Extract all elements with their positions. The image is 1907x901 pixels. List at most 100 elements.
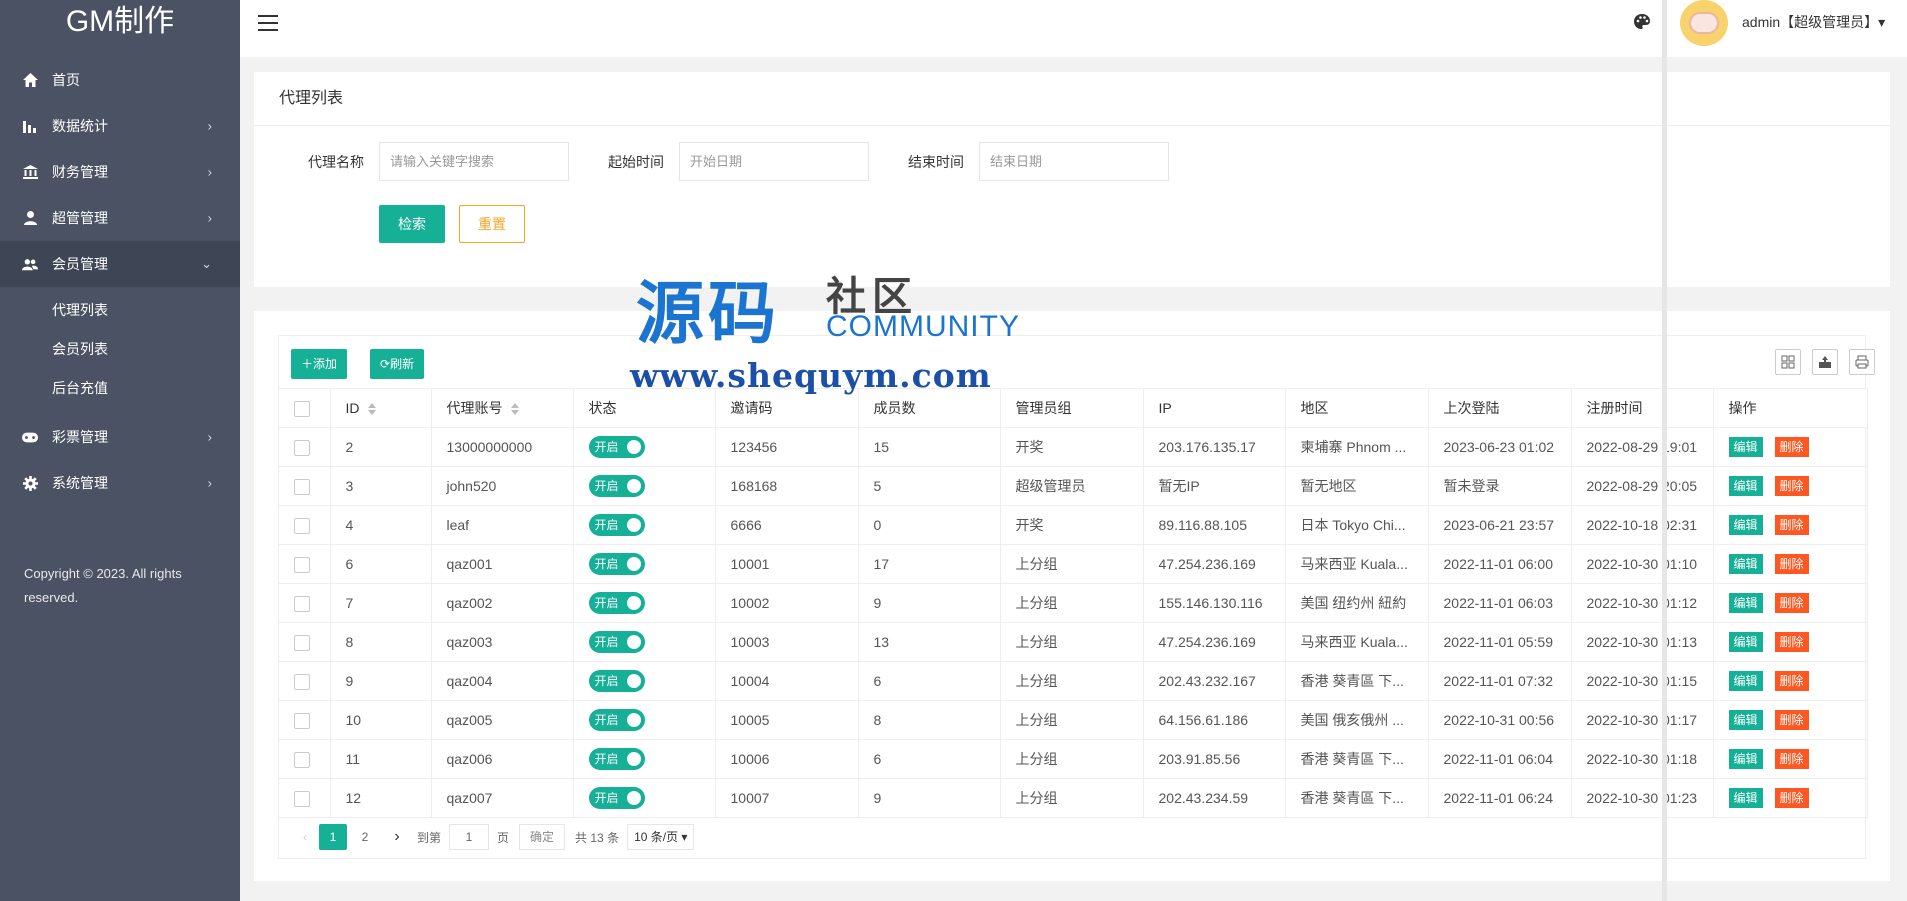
row-checkbox[interactable] — [294, 478, 310, 495]
sidebar-subitem-agent-list[interactable]: 代理列表 — [0, 291, 240, 330]
edit-button[interactable]: 编辑 — [1728, 476, 1763, 496]
sidebar-item-system[interactable]: 系统管理 › — [0, 460, 240, 506]
end-date-input[interactable]: 结束日期 — [979, 142, 1169, 181]
sidebar-item-stats[interactable]: 数据统计 › — [0, 103, 240, 149]
menu-toggle-icon[interactable] — [258, 15, 278, 31]
select-all-checkbox[interactable] — [294, 400, 310, 417]
cell-group: 上分组 — [1000, 661, 1144, 701]
row-checkbox[interactable] — [294, 673, 310, 690]
col-status: 状态 — [573, 388, 716, 428]
edit-button[interactable]: 编辑 — [1728, 671, 1763, 691]
delete-button[interactable]: 删除 — [1774, 554, 1809, 574]
gamepad-icon — [22, 429, 38, 445]
status-cell: 开启 — [573, 700, 716, 740]
cell-last-login: 2022-11-01 06:00 — [1428, 544, 1572, 584]
row-checkbox[interactable] — [294, 439, 310, 456]
refresh-button[interactable]: ⟳刷新 — [370, 349, 425, 379]
status-toggle[interactable]: 开启 — [588, 631, 645, 653]
status-toggle[interactable]: 开启 — [588, 514, 645, 536]
sidebar-item-lottery[interactable]: 彩票管理 › — [0, 414, 240, 460]
status-toggle[interactable]: 开启 — [588, 553, 645, 575]
row-checkbox[interactable] — [294, 751, 310, 768]
delete-button[interactable]: 删除 — [1774, 593, 1809, 613]
status-toggle[interactable]: 开启 — [588, 709, 645, 731]
export-icon[interactable] — [1812, 349, 1838, 375]
status-toggle[interactable]: 开启 — [588, 787, 645, 809]
status-toggle[interactable]: 开启 — [588, 436, 645, 458]
cell-group: 上分组 — [1000, 583, 1144, 623]
columns-icon[interactable] — [1775, 349, 1801, 375]
row-select-cell — [279, 700, 331, 740]
delete-button[interactable]: 删除 — [1774, 515, 1809, 535]
cell-id: 9 — [330, 661, 432, 701]
edit-button[interactable]: 编辑 — [1728, 515, 1763, 535]
page-size-select[interactable]: 10 条/页 ▾ — [627, 824, 695, 850]
cell-group: 超级管理员 — [1000, 466, 1144, 506]
gear-icon — [22, 475, 38, 491]
sidebar-item-finance[interactable]: 财务管理 › — [0, 149, 240, 195]
edit-button[interactable]: 编辑 — [1728, 437, 1763, 457]
add-button[interactable]: ＋添加 — [291, 349, 348, 379]
sort-icon[interactable] — [510, 403, 519, 416]
end-time-label: 结束时间 — [908, 154, 964, 170]
edit-button[interactable]: 编辑 — [1728, 788, 1763, 808]
delete-button[interactable]: 删除 — [1774, 710, 1809, 730]
edit-button[interactable]: 编辑 — [1728, 632, 1763, 652]
col-account[interactable]: 代理账号 — [431, 388, 574, 428]
sort-icon[interactable] — [367, 403, 376, 416]
cell-region: 香港 葵青區 下... — [1285, 661, 1429, 701]
delete-button[interactable]: 删除 — [1774, 437, 1809, 457]
search-button[interactable]: 检索 — [379, 205, 445, 243]
page-1-button[interactable]: 1 — [319, 824, 347, 850]
row-checkbox[interactable] — [294, 790, 310, 807]
row-checkbox[interactable] — [294, 712, 310, 729]
delete-button[interactable]: 删除 — [1774, 671, 1809, 691]
goto-page-input[interactable]: 1 — [449, 824, 490, 850]
user-menu[interactable]: admin【超级管理员】▾ — [1742, 12, 1885, 32]
sidebar-subitem-recharge[interactable]: 后台充值 — [0, 369, 240, 408]
delete-button[interactable]: 删除 — [1774, 749, 1809, 769]
cell-reg-time: 2022-10-30 01:23 — [1571, 778, 1714, 818]
cell-reg-time: 2022-10-30 01:12 — [1571, 583, 1714, 623]
row-checkbox[interactable] — [294, 517, 310, 534]
edit-button[interactable]: 编辑 — [1728, 710, 1763, 730]
start-date-input[interactable]: 开始日期 — [679, 142, 869, 181]
cell-region: 马来西亚 Kuala... — [1285, 622, 1429, 662]
cell-reg-time: 2022-10-30 01:17 — [1571, 700, 1714, 740]
reset-button[interactable]: 重置 — [459, 205, 525, 243]
avatar[interactable] — [1680, 0, 1728, 46]
print-icon[interactable] — [1849, 349, 1875, 375]
sidebar-item-members[interactable]: 会员管理 ⌄ — [0, 241, 240, 287]
cell-group: 上分组 — [1000, 544, 1144, 584]
sidebar-item-super-admin[interactable]: 超管管理 › — [0, 195, 240, 241]
palette-icon[interactable] — [1633, 13, 1653, 33]
status-toggle[interactable]: 开启 — [588, 475, 645, 497]
goto-confirm-button[interactable]: 确定 — [519, 824, 566, 850]
page-2-button[interactable]: 2 — [351, 824, 379, 850]
page-scrollbar[interactable] — [1662, 0, 1667, 901]
delete-button[interactable]: 删除 — [1774, 632, 1809, 652]
next-page-button[interactable]: › — [383, 824, 411, 850]
delete-button[interactable]: 删除 — [1774, 788, 1809, 808]
sidebar-subitem-member-list[interactable]: 会员列表 — [0, 330, 240, 369]
agent-name-input[interactable]: 请输入关键字搜索 — [379, 142, 569, 181]
table-row: 11 qaz006 开启 10006 6 上分组 203.91.85.56 香港 葵青區 下.… — [279, 739, 1868, 779]
sidebar-item-home[interactable]: 首页 — [0, 57, 240, 103]
chevron-right-icon: › — [207, 210, 212, 226]
row-checkbox[interactable] — [294, 595, 310, 612]
actions-cell: 编辑 删除 — [1713, 427, 1868, 467]
delete-button[interactable]: 删除 — [1774, 476, 1809, 496]
cell-id: 3 — [330, 466, 432, 506]
edit-button[interactable]: 编辑 — [1728, 554, 1763, 574]
status-toggle[interactable]: 开启 — [588, 748, 645, 770]
col-last-login: 上次登陆 — [1428, 388, 1572, 428]
edit-button[interactable]: 编辑 — [1728, 593, 1763, 613]
cell-members: 9 — [858, 583, 1001, 623]
row-checkbox[interactable] — [294, 556, 310, 573]
col-id[interactable]: ID — [330, 388, 432, 428]
edit-button[interactable]: 编辑 — [1728, 749, 1763, 769]
prev-page-button[interactable]: ‹ — [291, 824, 319, 850]
status-toggle[interactable]: 开启 — [588, 670, 645, 692]
row-checkbox[interactable] — [294, 634, 310, 651]
status-toggle[interactable]: 开启 — [588, 592, 645, 614]
